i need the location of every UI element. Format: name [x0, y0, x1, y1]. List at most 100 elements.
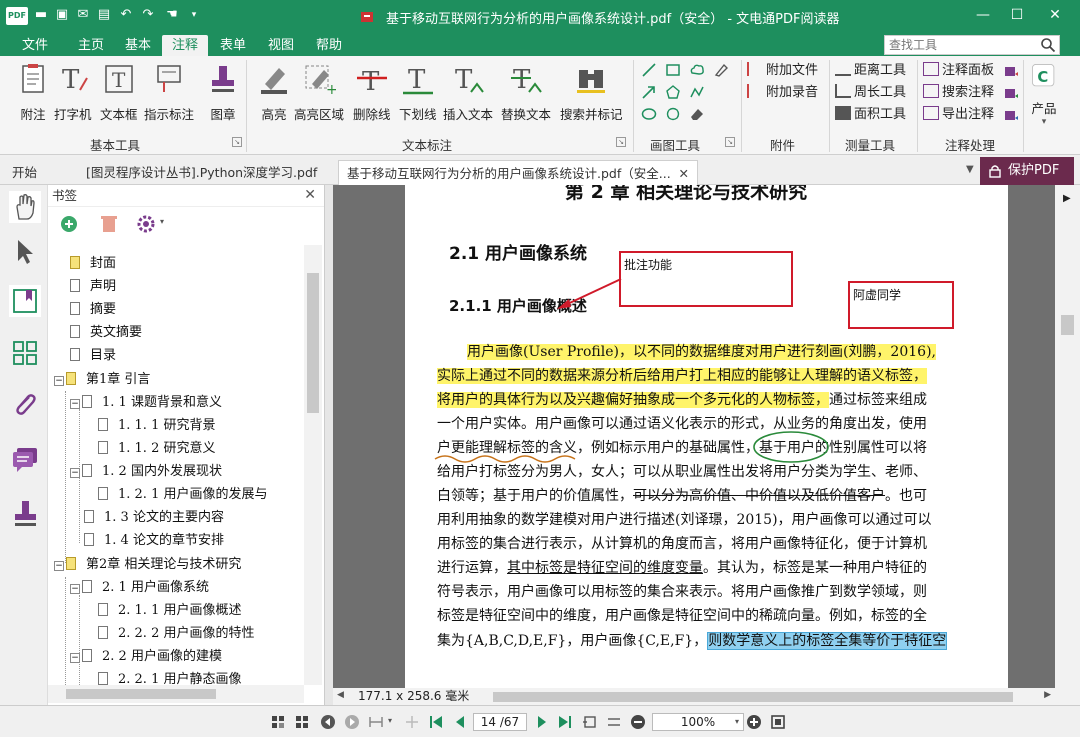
previous-page-icon[interactable] [452, 714, 468, 730]
tab-list-dropdown-icon[interactable]: ▼ [966, 164, 974, 175]
thumbnails-icon[interactable] [9, 337, 41, 369]
forward-icon[interactable] [344, 714, 360, 730]
annotation-textbox[interactable]: 批注功能 [619, 251, 793, 307]
arrow-tool-icon[interactable] [641, 84, 657, 100]
group-basic-expander[interactable]: ↘ [232, 137, 242, 147]
ellipse-tool-icon[interactable] [641, 106, 657, 122]
bookmark-item[interactable]: 声明 [70, 276, 116, 298]
panel-splitter[interactable] [325, 185, 333, 705]
bookmark-panel-close-icon[interactable]: ✕ [304, 187, 316, 203]
fit-page-icon[interactable] [770, 714, 786, 730]
save-icon[interactable]: ▣ [54, 7, 70, 23]
pencil-tool-icon[interactable] [713, 62, 729, 78]
bookmark-item[interactable]: 英文摘要 [70, 322, 142, 344]
note-button[interactable]: 附注 [16, 62, 50, 123]
scroll-right-arrow-icon[interactable]: ▶ [1063, 193, 1071, 204]
undo-icon[interactable]: ↶ [118, 7, 134, 23]
tab-start[interactable]: 开始 [4, 160, 45, 185]
menu-annotate[interactable]: 注释 [162, 35, 209, 56]
hand-tool-icon[interactable]: ☚ [164, 7, 180, 23]
maximize-icon[interactable]: ☐ [1002, 4, 1032, 26]
menu-home[interactable]: 主页 [68, 35, 114, 56]
zoom-level-select[interactable]: 100% ▾ [652, 713, 744, 731]
group-text-expander[interactable]: ↘ [616, 137, 626, 147]
polyline-tool-icon[interactable] [689, 84, 705, 100]
cloud-polygon-tool-icon[interactable] [665, 106, 681, 122]
comments-icon[interactable] [9, 443, 41, 475]
minimize-icon[interactable]: — [968, 4, 998, 26]
annotation-extra-icon[interactable] [1003, 64, 1019, 80]
continuous-view-icon[interactable] [294, 714, 310, 730]
hand-tool-icon[interactable] [9, 191, 41, 223]
export-annotation-button[interactable]: 导出注释 [923, 105, 994, 125]
collapse-toggle-icon[interactable]: − [54, 376, 64, 386]
rectangle-tool-icon[interactable] [665, 62, 681, 78]
bookmark-item[interactable]: −1. 1 课题背景和意义 [70, 392, 222, 414]
underline-button[interactable]: T 下划线 [399, 62, 437, 123]
area-tool-button[interactable]: 面积工具 [835, 105, 906, 125]
bookmark-item[interactable]: − 第1章 引言 [54, 369, 150, 391]
highlight-area-button[interactable]: + 高亮区域 [294, 62, 344, 123]
tab-close-icon[interactable]: ✕ [679, 161, 689, 186]
bookmark-item[interactable]: 1. 1. 1 研究背景 [98, 415, 215, 437]
line-tool-icon[interactable] [641, 62, 657, 78]
bookmark-item[interactable]: 目录 [70, 345, 116, 367]
collapse-toggle-icon[interactable]: − [54, 561, 64, 571]
attach-audio-button[interactable]: 附加录音 [747, 83, 818, 103]
menu-help[interactable]: 帮助 [306, 35, 352, 56]
tab-user-profile-design[interactable]: 基于移动互联网行为分析的用户画像系统设计.pdf（安全... ✕ [338, 160, 698, 185]
settings-dropdown-icon[interactable]: ▾ [160, 217, 164, 226]
distance-tool-button[interactable]: 距离工具 [835, 61, 906, 81]
zoom-in-icon[interactable] [746, 714, 762, 730]
first-page-icon[interactable] [428, 714, 444, 730]
annotation-textbox[interactable]: 阿虚同学 [848, 281, 954, 329]
rotate-icon[interactable] [404, 714, 420, 730]
fit-width-icon[interactable] [368, 714, 384, 730]
collapse-toggle-icon[interactable]: − [70, 653, 80, 663]
polygon-tool-icon[interactable] [665, 84, 681, 100]
ellipse-annotation[interactable] [751, 429, 831, 465]
tab-python-deep-learning[interactable]: [图灵程序设计丛书].Python深度学习.pdf [78, 160, 325, 185]
email-icon[interactable]: ✉ [75, 7, 91, 23]
menu-view[interactable]: 视图 [258, 35, 304, 56]
next-page-icon[interactable] [534, 714, 550, 730]
pdf-page[interactable]: 第 2 章 相关理论与技术研究 2.1 用户画像系统 2.1.1 用户画像概述 … [405, 185, 1008, 688]
search-annotation-button[interactable]: 搜索注释 [923, 83, 994, 103]
open-folder-icon[interactable]: ▬ [33, 7, 49, 23]
textbox-button[interactable]: T 文本框 [100, 62, 138, 123]
select-cursor-icon[interactable] [9, 235, 41, 267]
customize-dropdown-icon[interactable]: ▾ [186, 7, 202, 23]
add-bookmark-icon[interactable] [60, 215, 78, 233]
bookmark-item[interactable]: 1. 1. 2 研究意义 [98, 438, 215, 460]
bookmark-horizontal-scrollbar[interactable] [48, 685, 304, 703]
bookmark-item[interactable]: 1. 2. 1 用户画像的发展与 [98, 484, 267, 506]
replace-text-button[interactable]: T 替换文本 [501, 62, 551, 123]
back-icon[interactable] [320, 714, 336, 730]
bookmark-item[interactable]: −2. 1 用户画像系统 [70, 577, 209, 599]
group-draw-expander[interactable]: ↘ [725, 137, 735, 147]
attachments-icon[interactable] [9, 389, 41, 421]
menu-form[interactable]: 表单 [210, 35, 256, 56]
annotation-extra-icon[interactable] [1003, 108, 1019, 124]
eraser-tool-icon[interactable] [689, 106, 705, 122]
callout-button[interactable]: 指示标注 [144, 62, 194, 123]
zoom-dropdown-icon[interactable]: ▾ [735, 714, 739, 730]
last-page-icon[interactable] [557, 714, 573, 730]
collapse-toggle-icon[interactable]: − [70, 584, 80, 594]
single-page-view-icon[interactable] [270, 714, 286, 730]
protect-pdf-button[interactable]: 保护PDF [980, 157, 1074, 185]
bookmark-item[interactable]: 封面 [70, 253, 116, 275]
bookmark-item[interactable]: 1. 4 论文的章节安排 [84, 530, 224, 552]
menu-file[interactable]: 文件 [12, 35, 58, 56]
page-number-input[interactable]: 14 /67 [473, 713, 527, 731]
bookmark-vertical-scrollbar[interactable] [304, 245, 322, 685]
annotation-extra-icon[interactable] [1003, 86, 1019, 102]
tool-search-input[interactable] [885, 36, 1035, 54]
bookmark-item[interactable]: 2. 1. 1 用户画像概述 [98, 600, 241, 622]
highlight-button[interactable]: 高亮 [257, 62, 291, 123]
bookmark-item[interactable]: − 第2章 相关理论与技术研究 [54, 554, 241, 576]
bookmark-item[interactable]: 摘要 [70, 299, 116, 321]
bookmark-item[interactable]: −1. 2 国内外发展现状 [70, 461, 222, 483]
stamp-button[interactable]: 图章 [206, 62, 240, 123]
close-icon[interactable]: ✕ [1040, 4, 1070, 26]
